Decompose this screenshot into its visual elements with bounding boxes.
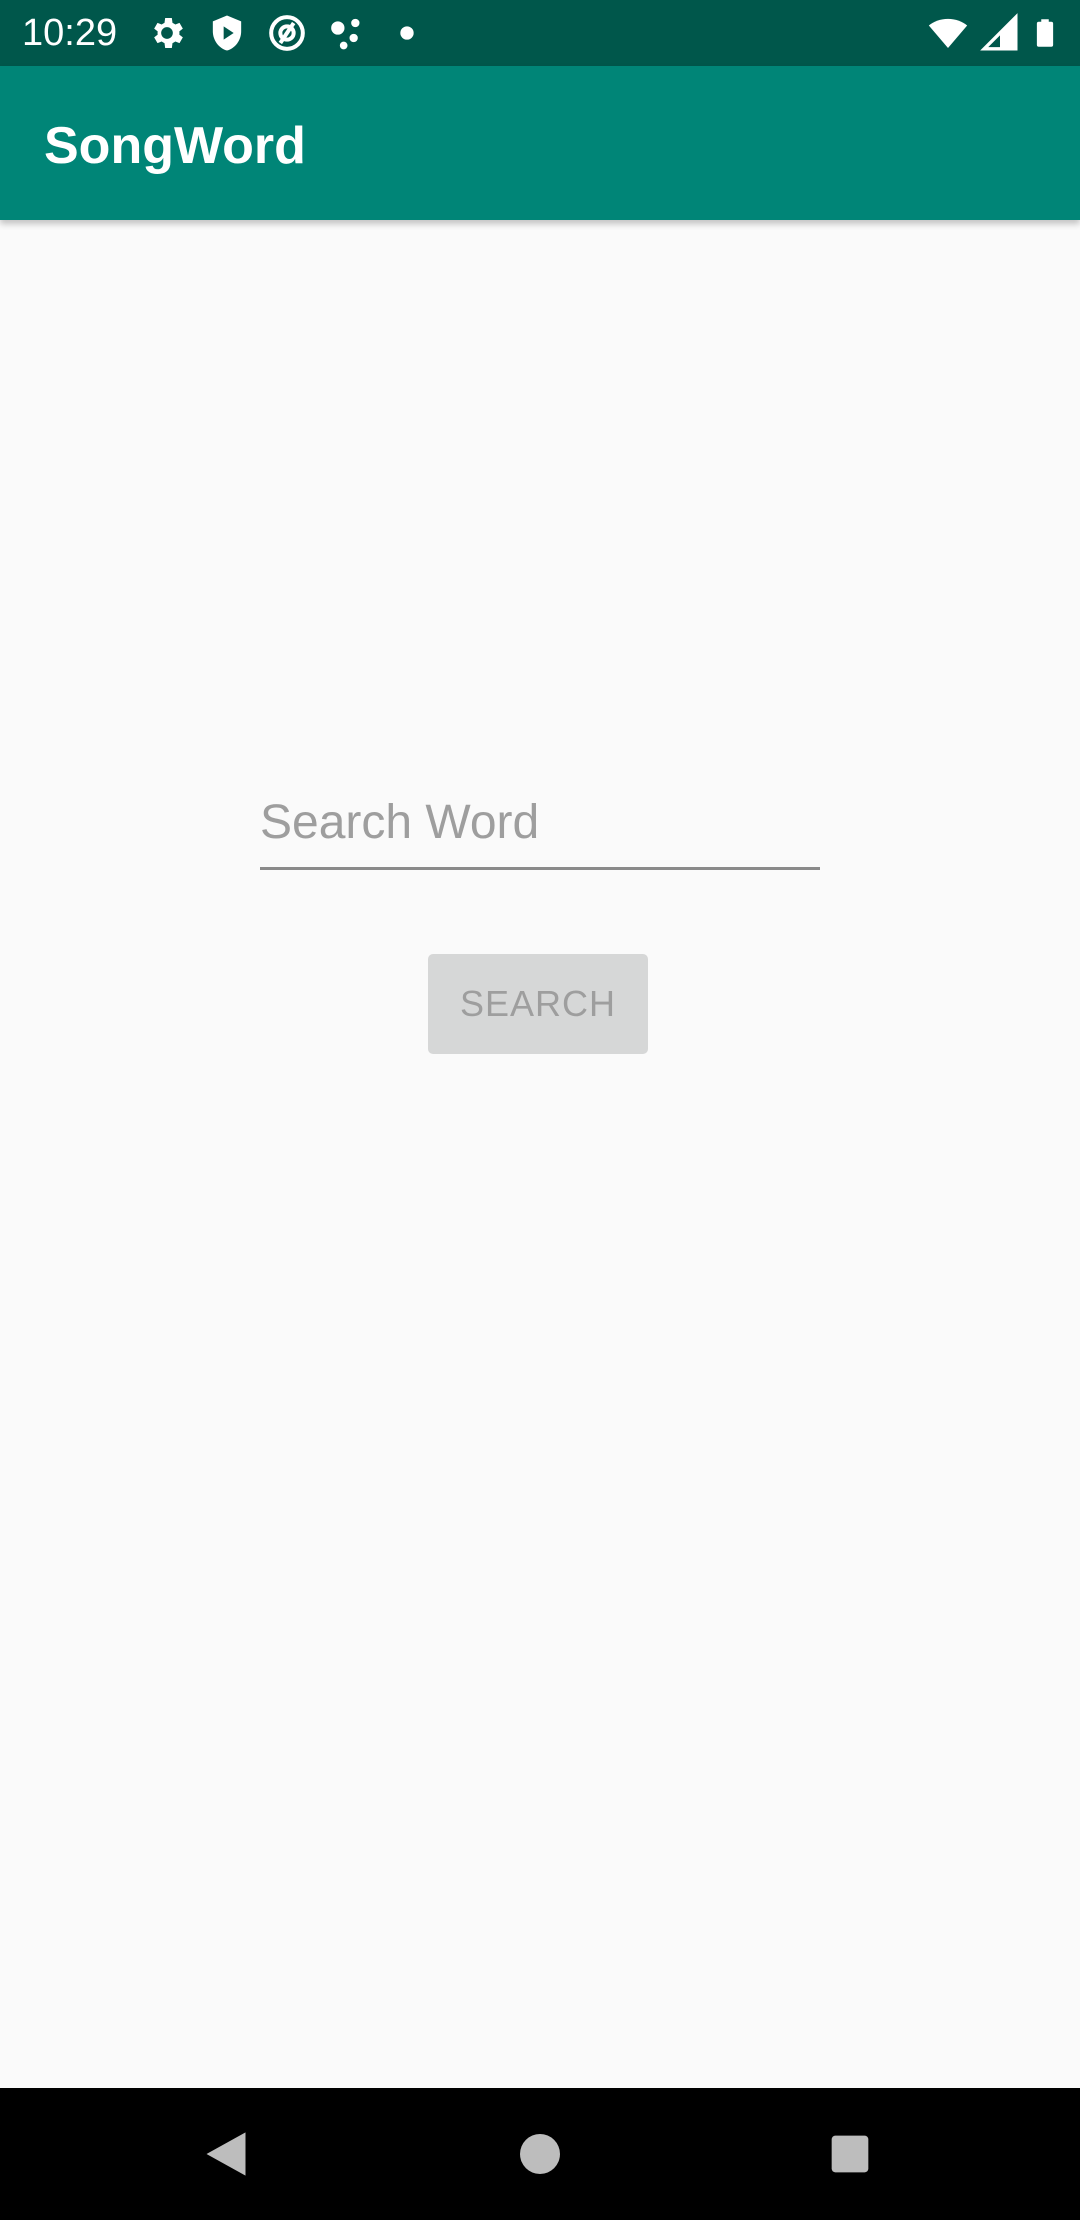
recents-icon (831, 2135, 869, 2173)
gear-icon (154, 18, 183, 48)
nav-back-button[interactable] (194, 2122, 258, 2186)
signal-icon (980, 13, 1018, 51)
battery-icon (1036, 19, 1054, 47)
dot-icon (400, 26, 414, 40)
at-circle-icon (269, 15, 305, 51)
status-bar: 10:29 (0, 0, 1080, 66)
nav-home-button[interactable] (508, 2122, 572, 2186)
status-time: 10:29 (22, 12, 118, 54)
app-title: SongWord (44, 117, 306, 175)
status-right-icons (926, 13, 1060, 53)
dots-network-icon (331, 18, 360, 50)
screen: 10:29 SongWord Search Word SEARCH (0, 0, 1080, 2220)
navigation-bar (0, 2088, 1080, 2220)
app-bar: SongWord (0, 66, 1080, 220)
search-word-input[interactable] (260, 788, 820, 870)
search-button[interactable]: SEARCH (428, 954, 648, 1054)
shield-play-icon (212, 15, 242, 51)
wifi-icon (928, 18, 968, 48)
nav-recents-button[interactable] (818, 2122, 882, 2186)
status-left-icons (146, 13, 428, 53)
home-icon (520, 2134, 560, 2174)
back-icon (206, 2132, 246, 2176)
